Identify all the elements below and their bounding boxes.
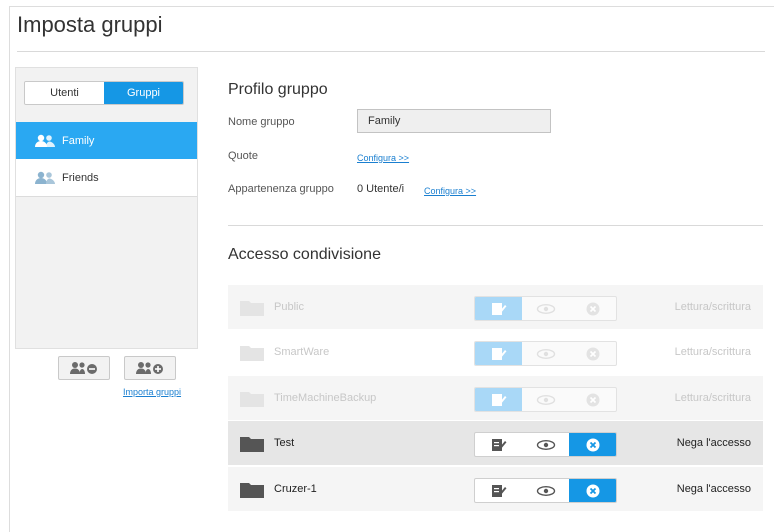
share-access-title: Accesso condivisione: [228, 246, 381, 263]
group-name-label: Nome gruppo: [228, 116, 295, 128]
deny-access-button[interactable]: [569, 342, 616, 365]
group-item-label: Family: [62, 134, 95, 147]
read-only-button[interactable]: [522, 297, 569, 320]
share-name: SmartWare: [274, 346, 330, 358]
access-toggle: [474, 341, 617, 366]
read-write-button[interactable]: [475, 297, 522, 320]
configure-membership-link[interactable]: Configura >>: [424, 186, 476, 196]
eye-icon: [536, 439, 555, 450]
share-row: TimeMachineBackup Lettura/scrittura: [228, 376, 763, 420]
share-row: Public Lettura/scrittura: [228, 285, 763, 329]
eye-icon: [536, 485, 555, 496]
folder-icon: [240, 437, 264, 452]
access-level: Nega l'accesso: [676, 483, 751, 495]
user-group-switch: Utenti Gruppi: [24, 81, 184, 105]
tab-groups[interactable]: Gruppi: [104, 82, 183, 104]
import-groups-link[interactable]: Importa gruppi: [123, 387, 181, 397]
share-name: Test: [274, 437, 295, 449]
membership-label: Appartenenza gruppo: [228, 183, 334, 195]
group-name-field[interactable]: [357, 109, 551, 133]
folder-icon: [240, 301, 264, 316]
share-name: Cruzer-1: [274, 483, 317, 495]
eye-icon: [536, 303, 555, 314]
folder-icon: [240, 483, 264, 498]
close-icon: [586, 484, 599, 497]
deny-access-button[interactable]: [569, 297, 616, 320]
group-icon: [35, 134, 55, 147]
access-level: Lettura/scrittura: [674, 301, 751, 313]
group-remove-icon: [70, 362, 97, 374]
share-name: Public: [274, 301, 304, 313]
deny-access-button[interactable]: [569, 388, 616, 411]
access-toggle: [474, 387, 617, 412]
read-write-button[interactable]: [475, 388, 522, 411]
title-divider: [17, 51, 765, 52]
remove-group-button[interactable]: [58, 356, 110, 380]
group-icon: [35, 171, 55, 184]
group-item-family[interactable]: Family: [16, 122, 197, 159]
read-write-button[interactable]: [475, 342, 522, 365]
edit-icon: [491, 393, 506, 406]
share-row: Cruzer-1 Nega l'accesso: [228, 467, 763, 511]
read-write-button[interactable]: [475, 433, 522, 456]
section-divider: [228, 225, 763, 226]
access-level: Lettura/scrittura: [674, 346, 751, 358]
group-item-friends[interactable]: Friends: [16, 159, 197, 197]
access-toggle: [474, 432, 617, 457]
group-add-icon: [136, 362, 163, 374]
share-name: TimeMachineBackup: [274, 392, 377, 404]
edit-icon: [491, 347, 506, 360]
profile-section-title: Profilo gruppo: [228, 81, 328, 98]
close-icon: [586, 438, 599, 451]
page-title: Imposta gruppi: [17, 12, 163, 37]
quota-label: Quote: [228, 150, 258, 162]
access-toggle: [474, 296, 617, 321]
close-icon: [586, 393, 599, 406]
configure-quota-link[interactable]: Configura >>: [357, 153, 409, 163]
access-toggle: [474, 478, 617, 503]
folder-icon: [240, 392, 264, 407]
deny-access-button[interactable]: [569, 479, 616, 502]
group-list: Family Friends: [16, 122, 197, 197]
read-only-button[interactable]: [522, 342, 569, 365]
group-list-panel: Utenti Gruppi Family Friends: [15, 67, 198, 349]
share-row: Test Nega l'accesso: [228, 421, 763, 465]
group-actions: [58, 356, 176, 380]
close-icon: [586, 347, 599, 360]
read-only-button[interactable]: [522, 479, 569, 502]
eye-icon: [536, 348, 555, 359]
share-row: SmartWare Lettura/scrittura: [228, 330, 763, 374]
close-icon: [586, 302, 599, 315]
edit-icon: [491, 438, 506, 451]
read-only-button[interactable]: [522, 433, 569, 456]
group-item-label: Friends: [62, 171, 99, 184]
edit-icon: [491, 302, 506, 315]
tab-users[interactable]: Utenti: [25, 82, 104, 104]
add-group-button[interactable]: [124, 356, 176, 380]
membership-value: 0 Utente/i: [357, 183, 405, 195]
access-level: Nega l'accesso: [676, 437, 751, 449]
eye-icon: [536, 394, 555, 405]
deny-access-button[interactable]: [569, 433, 616, 456]
folder-icon: [240, 346, 264, 361]
access-level: Lettura/scrittura: [674, 392, 751, 404]
read-only-button[interactable]: [522, 388, 569, 411]
edit-icon: [491, 484, 506, 497]
read-write-button[interactable]: [475, 479, 522, 502]
